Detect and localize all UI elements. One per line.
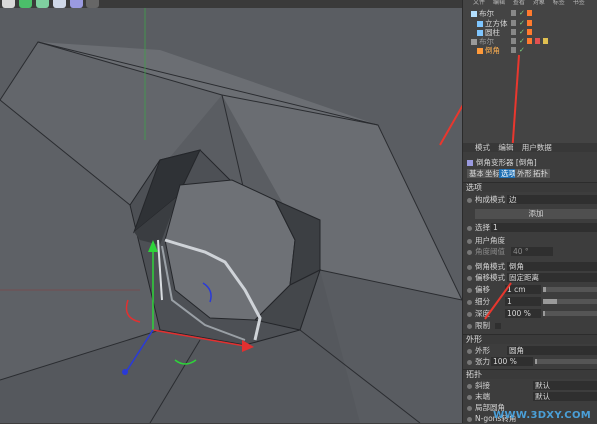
annotation-arrows bbox=[511, 54, 520, 143]
annotation-arrow-subdivision bbox=[484, 282, 512, 320]
bevel-model-render bbox=[0, 0, 462, 423]
spline-tool-icon[interactable] bbox=[19, 0, 32, 8]
cube-tool-icon[interactable] bbox=[2, 0, 15, 8]
deformer-tool-icon[interactable] bbox=[70, 0, 83, 8]
scene-tool-icon[interactable] bbox=[53, 0, 66, 8]
camera-tool-icon[interactable] bbox=[86, 0, 99, 8]
watermark: WWW.3DXY.COM bbox=[493, 410, 591, 421]
attribute-manager: 模式 编辑 用户数据 倒角变形器 [倒角] 基本 坐标 选项 外形 拓扑 选项 … bbox=[463, 143, 597, 423]
3d-viewport[interactable] bbox=[0, 0, 462, 423]
nurbs-tool-icon[interactable] bbox=[36, 0, 49, 8]
